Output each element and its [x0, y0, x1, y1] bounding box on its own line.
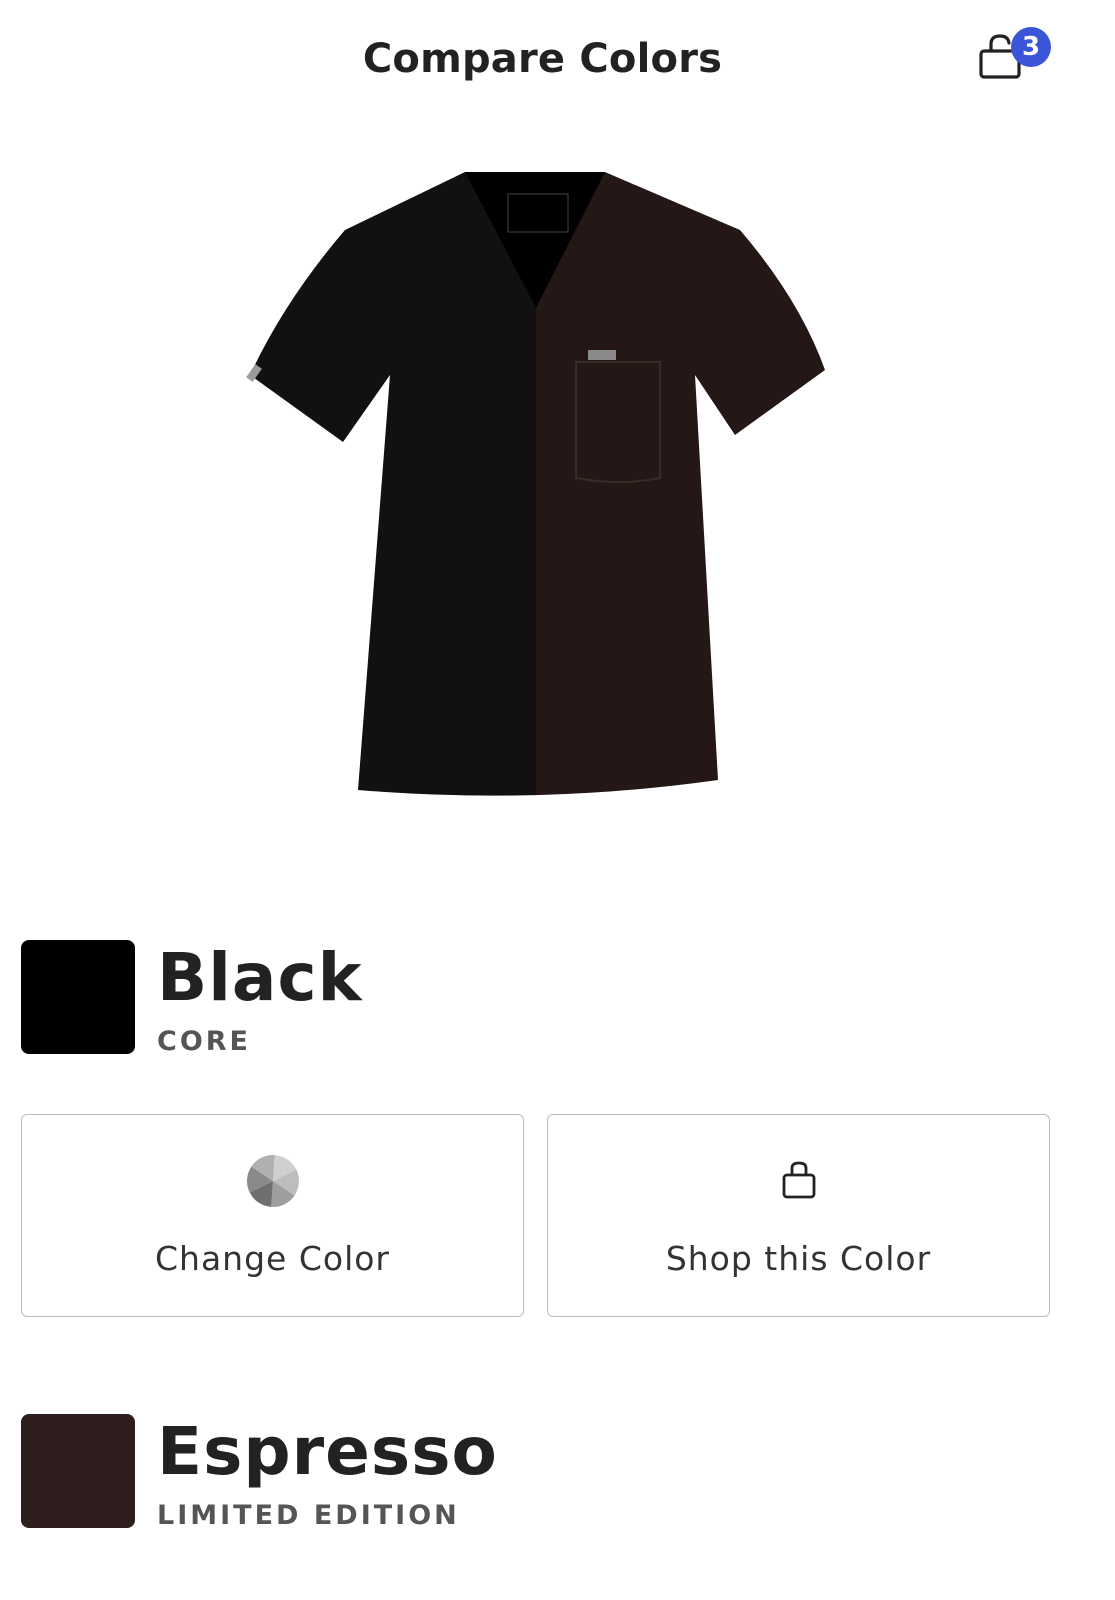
color-category: LIMITED EDITION — [157, 1500, 460, 1531]
shop-this-color-button[interactable]: Shop this Color — [547, 1114, 1050, 1317]
color-name: Black — [157, 939, 363, 1016]
cart-button[interactable]: 3 — [975, 24, 1055, 88]
color-category: CORE — [157, 1026, 252, 1057]
color-row-black: Black CORE — [21, 939, 1081, 1060]
product-image — [240, 160, 840, 820]
color-row-espresso: Espresso LIMITED EDITION — [21, 1413, 1081, 1534]
page-title: Compare Colors — [362, 36, 723, 82]
top-bar: Compare Colors 3 — [0, 0, 1115, 125]
cart-count-badge: 3 — [1011, 27, 1051, 67]
shopping-bag-icon — [782, 1161, 815, 1199]
color-swatch-black[interactable] — [21, 940, 135, 1054]
color-name: Espresso — [157, 1413, 498, 1490]
shop-this-color-label: Shop this Color — [665, 1239, 932, 1278]
change-color-button[interactable]: Change Color — [21, 1114, 524, 1317]
change-color-label: Change Color — [155, 1239, 390, 1278]
color-swatch-espresso[interactable] — [21, 1414, 135, 1528]
color-wheel-icon — [246, 1155, 299, 1207]
